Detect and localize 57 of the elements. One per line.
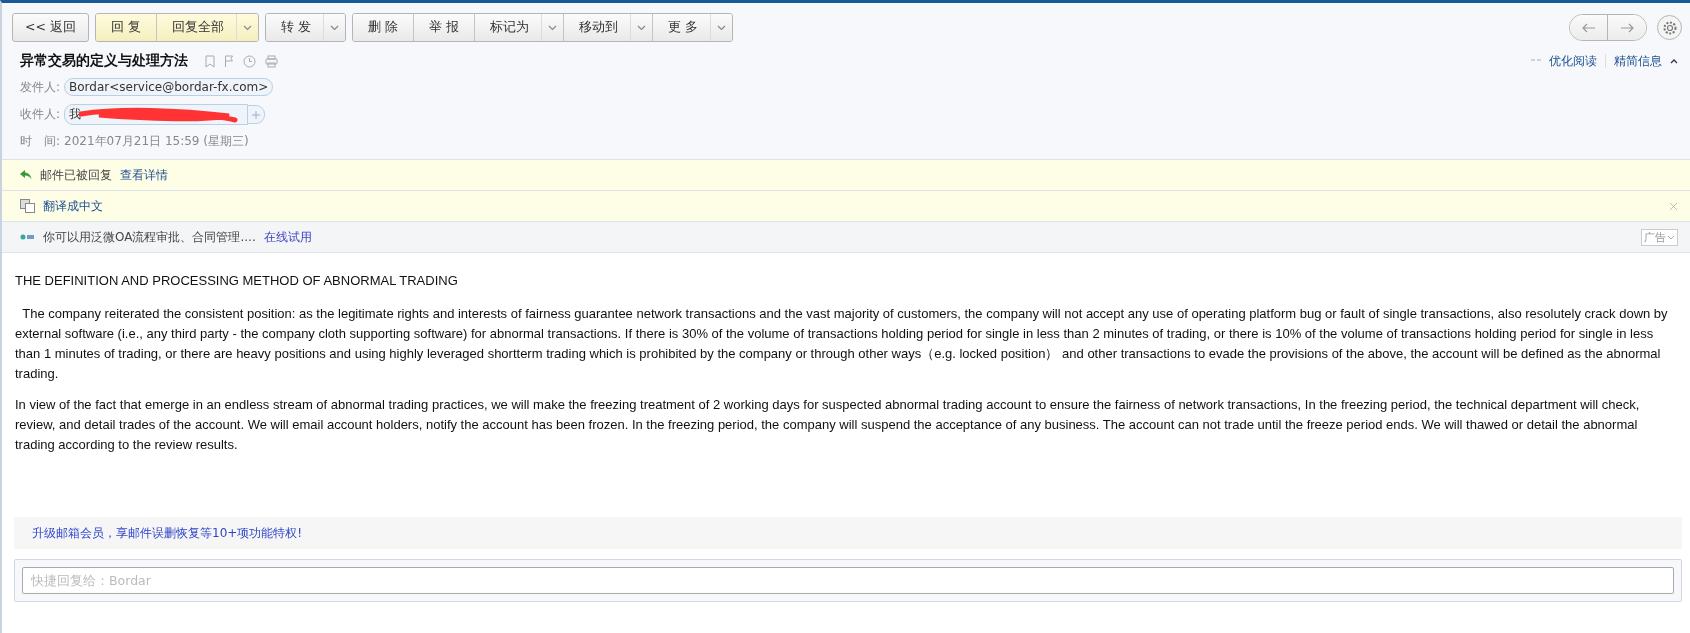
time-label: 时 间: xyxy=(20,133,62,150)
reply-arrow-icon xyxy=(20,170,32,180)
plus-icon xyxy=(252,110,260,119)
next-button[interactable] xyxy=(1608,15,1646,40)
settings-icon xyxy=(1661,19,1678,36)
ad-text: 你可以用泛微OA流程审批、合同管理.... xyxy=(43,228,256,246)
email-subject: 异常交易的定义与处理方法 xyxy=(20,52,188,70)
sender-label: 发件人: xyxy=(20,78,62,96)
caret-icon xyxy=(1667,234,1675,240)
print-icon[interactable] xyxy=(265,54,278,68)
toolbar-button[interactable]: 删 除 xyxy=(352,14,414,41)
try-online-link[interactable]: 在线试用 xyxy=(263,228,312,246)
caret-icon xyxy=(329,24,339,31)
dropdown-button[interactable] xyxy=(541,14,564,41)
dropdown-button[interactable] xyxy=(323,14,345,41)
settings-button[interactable] xyxy=(1657,15,1682,40)
toolbar-button[interactable]: 转 发 xyxy=(265,14,324,41)
recipient-chip[interactable]: 我 xyxy=(64,104,248,125)
dropdown-button[interactable] xyxy=(710,14,732,41)
sent-time: 2021年07月21日 15:59 (星期三) xyxy=(64,133,249,150)
dropdown-button[interactable] xyxy=(630,14,653,41)
left-arrow-icon xyxy=(1581,22,1596,33)
notice-text: 邮件已被回复 xyxy=(40,166,112,184)
caret-icon xyxy=(242,24,252,31)
translate-icon xyxy=(20,199,35,213)
email-paragraph: In view of the fact that emerge in an endless stream of abnormal trading practices, we will make the freezing treatment of 2 working days for suspected abnormal trading account to ensure the fairness of network transactions, In the freezing period, the technical department will check, review, and detail trades of the account. We will email account holders, notify the account has been frozen. In the freezing period, the company will suspend the acceptance of any business. The account can not trade until the freeze period ends. We will thawed or detail the abnormal trading according to the review results. xyxy=(15,396,1641,454)
toolbar-button[interactable]: 回复全部 xyxy=(156,14,237,41)
email-heading: THE DEFINITION AND PROCESSING METHOD OF ABNORMAL TRADING xyxy=(15,272,459,290)
bookmark-icon[interactable] xyxy=(205,54,215,68)
translate-link[interactable]: 翻译成中文 xyxy=(43,197,103,215)
layout-icon[interactable] xyxy=(1531,58,1541,64)
right-arrow-icon xyxy=(1620,22,1634,33)
brief-info-link[interactable]: 精简信息 xyxy=(1614,52,1662,70)
chevron-up-icon[interactable] xyxy=(1670,58,1678,64)
toolbar-button[interactable]: 标记为 xyxy=(474,14,542,41)
view-details-link[interactable]: 查看详情 xyxy=(120,166,168,184)
email-paragraph: The company reiterated the consistent position: as the legitimate rights and interests of fairness guarantee network transactions and the vast majority of customers, the company will not accept any use of operating platform bug or fault of single transactions, also resolutely crack down by external software (i.e., any third party - the company cloth supporting software) for abnormal transactions. If there is 30% of the volume of transactions holding period for single in less than 2 minutes of trading, or there is 10% of the volume of transactions holding period for single in less than 1 minutes of trading, or there are heavy positions and using highly leveraged shortterm trading which is prohibited by the company or through other ways（e.g. locked position） and other transactions to evade the provisions of the above, the account will be defined as the abnormal trading. xyxy=(15,305,1669,383)
flag-icon[interactable] xyxy=(224,54,234,68)
caret-icon xyxy=(716,24,726,31)
optimize-reading-link[interactable]: 优化阅读 xyxy=(1549,52,1597,70)
toolbar-button[interactable]: 移动到 xyxy=(563,14,631,41)
previous-button[interactable] xyxy=(1570,15,1608,40)
oa-logo-icon xyxy=(20,233,35,241)
upgrade-link[interactable]: 升级邮箱会员，享邮件误删恢复等10+项功能特权! xyxy=(32,524,303,542)
close-icon[interactable] xyxy=(1669,201,1678,211)
add-recipient-button[interactable] xyxy=(248,105,265,124)
caret-icon xyxy=(636,24,646,31)
toolbar-button[interactable]: 举 报 xyxy=(413,14,475,41)
dropdown-button[interactable] xyxy=(236,14,258,41)
clock-icon[interactable] xyxy=(243,54,256,68)
caret-icon xyxy=(547,24,557,31)
toolbar-button[interactable]: 回 复 xyxy=(95,14,157,41)
toolbar-button[interactable]: 更 多 xyxy=(652,14,711,41)
quick-reply-field[interactable]: 快捷回复给：Bordar xyxy=(22,567,1674,594)
back-button[interactable]: << 返回 xyxy=(12,13,89,42)
recipient-label: 收件人: xyxy=(20,106,62,123)
sender-chip[interactable]: Bordar<service@bordar-fx.com> xyxy=(64,78,274,96)
